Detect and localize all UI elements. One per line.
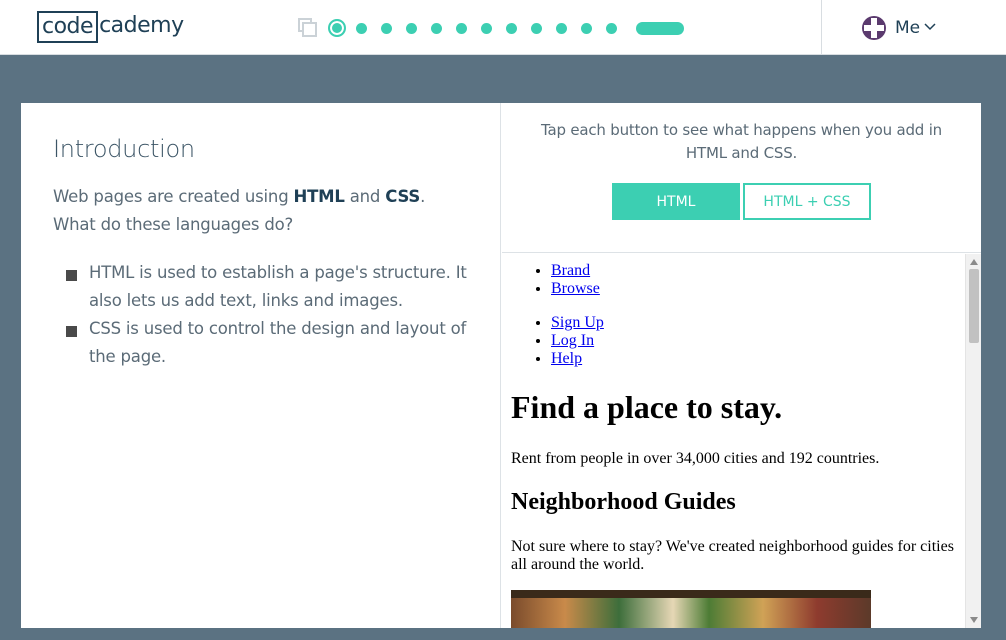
user-menu-label: Me (895, 17, 921, 38)
progress-step[interactable] (506, 22, 517, 34)
preview-nav-primary: Brand Browse (511, 262, 961, 298)
progress-step[interactable] (456, 22, 467, 34)
avatar (862, 15, 886, 40)
preview-heading: Find a place to stay. (511, 389, 783, 425)
html-css-button[interactable]: HTML + CSS (743, 183, 871, 220)
progress-step[interactable] (431, 22, 442, 34)
preview-link-sign-up[interactable]: Sign Up (551, 314, 604, 331)
scrollbar-thumb[interactable] (969, 269, 979, 343)
preview-subheading: Neighborhood Guides (511, 489, 736, 515)
html-button[interactable]: HTML (612, 183, 740, 220)
preview-scrollbar[interactable] (965, 254, 981, 628)
list-item: Browse (551, 280, 961, 298)
demo-instructions: Tap each button to see what happens when… (502, 103, 981, 253)
preview-nav-secondary: Sign Up Log In Help (511, 314, 961, 368)
list-item: Help (551, 350, 961, 368)
top-navigation-bar: code cademy Me (0, 0, 1006, 55)
list-item: Sign Up (551, 314, 961, 332)
preview-neighborhood-photo (511, 590, 871, 628)
lesson-content: Introduction Web pages are created using… (21, 103, 501, 628)
progress-step[interactable] (381, 22, 392, 34)
lesson-panel: Introduction Web pages are created using… (21, 103, 981, 628)
logo-code-text: code (37, 11, 97, 43)
preview-link-help[interactable]: Help (551, 350, 582, 367)
scroll-down-arrow-icon[interactable] (970, 617, 978, 623)
logo-cademy-text: cademy (99, 13, 184, 38)
progress-step[interactable] (606, 22, 617, 34)
intro-css: CSS (385, 187, 421, 206)
lesson-overview-icon[interactable] (298, 18, 318, 38)
list-item: Log In (551, 332, 961, 350)
demo-toggle-group: HTML HTML + CSS (612, 183, 871, 220)
progress-step[interactable] (356, 22, 367, 34)
square-bullet-icon (66, 270, 77, 281)
lesson-bullet-list: HTML is used to establish a page's struc… (53, 259, 468, 371)
intro-prefix: Web pages are created using (53, 187, 294, 206)
preview-tagline: Rent from people in over 34,000 cities a… (511, 450, 880, 467)
scroll-up-arrow-icon[interactable] (970, 259, 978, 265)
preview-link-browse[interactable]: Browse (551, 280, 600, 297)
lesson-bullet-text: CSS is used to control the design and la… (89, 319, 467, 366)
progress-step[interactable] (556, 22, 567, 34)
list-item: Brand (551, 262, 961, 280)
preview-content: Brand Browse Sign Up Log In Help Find a … (511, 262, 961, 628)
square-bullet-icon (66, 326, 77, 337)
lesson-bullet: HTML is used to establish a page's struc… (53, 259, 468, 315)
demo-instruction-text: Tap each button to see what happens when… (541, 121, 942, 162)
lesson-title: Introduction (53, 135, 195, 163)
codecademy-logo[interactable]: code cademy (37, 11, 184, 43)
lesson-bullet: CSS is used to control the design and la… (53, 315, 468, 371)
intro-and: and (344, 187, 386, 206)
progress-step[interactable] (481, 22, 492, 34)
preview-guides-text: Not sure where to stay? We've created ne… (511, 538, 954, 573)
web-page-preview[interactable]: Brand Browse Sign Up Log In Help Find a … (502, 254, 981, 628)
progress-step[interactable] (406, 22, 417, 34)
progress-step[interactable] (531, 22, 542, 34)
progress-final-step[interactable] (636, 21, 684, 35)
progress-step-current[interactable] (328, 19, 346, 37)
lesson-intro: Web pages are created using HTML and CSS… (53, 183, 468, 239)
chevron-down-icon (924, 22, 936, 30)
lesson-progress (298, 17, 684, 39)
preview-link-brand[interactable]: Brand (551, 262, 590, 279)
intro-html: HTML (293, 187, 345, 206)
progress-step[interactable] (581, 22, 592, 34)
lesson-bullet-text: HTML is used to establish a page's struc… (89, 263, 467, 310)
user-menu[interactable]: Me (821, 0, 1006, 55)
demo-pane: Tap each button to see what happens when… (502, 103, 981, 628)
preview-link-log-in[interactable]: Log In (551, 332, 594, 349)
